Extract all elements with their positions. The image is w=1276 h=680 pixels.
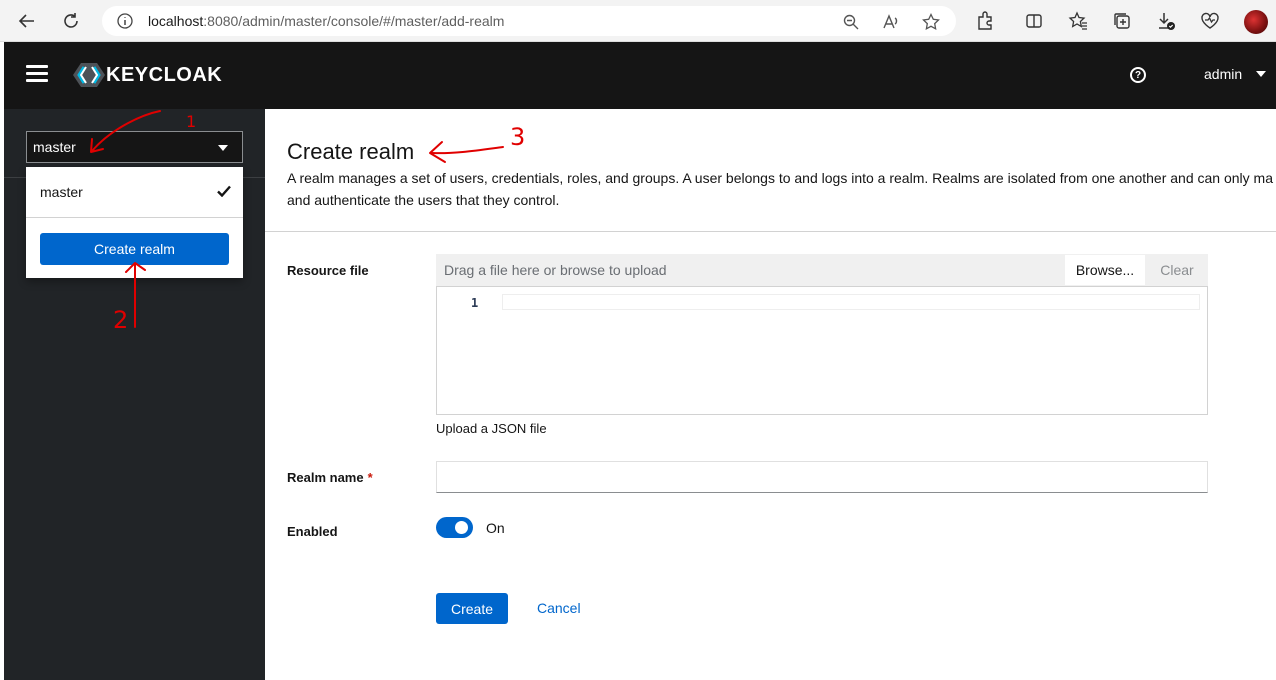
read-aloud-icon[interactable] (882, 13, 900, 31)
required-mark: * (367, 470, 373, 485)
cancel-link[interactable]: Cancel (537, 600, 581, 616)
collections-icon[interactable] (1112, 11, 1132, 31)
enabled-toggle[interactable] (436, 517, 473, 538)
browser-toolbar: localhost:8080/admin/master/console/#/ma… (0, 0, 1276, 42)
logo-text: KEYCLOAK (106, 63, 223, 86)
page-description: A realm manages a set of users, credenti… (287, 170, 1273, 208)
create-button[interactable]: Create (436, 593, 508, 624)
json-code-editor[interactable]: 1 (436, 286, 1208, 415)
upload-helper-text: Upload a JSON file (436, 421, 547, 436)
keycloak-logo: KEYCLOAK (72, 61, 222, 89)
browse-button[interactable]: Browse... (1064, 254, 1146, 286)
user-menu[interactable]: admin (1204, 66, 1267, 82)
extensions-icon[interactable] (975, 11, 995, 31)
realm-dropdown-menu: master Create realm (26, 167, 243, 278)
main-content: Create realm A realm manages a set of us… (265, 109, 1276, 680)
refresh-icon[interactable] (58, 8, 84, 34)
clear-button[interactable]: Clear (1146, 254, 1208, 286)
check-icon (217, 185, 231, 197)
realm-selector-value: master (33, 139, 76, 155)
sidebar: master master Create realm (4, 109, 265, 680)
info-icon[interactable] (116, 12, 134, 30)
file-upload-bar[interactable]: Drag a file here or browse to upload Bro… (436, 254, 1208, 286)
profile-avatar[interactable] (1244, 10, 1268, 34)
code-line[interactable] (502, 294, 1200, 310)
keycloak-logo-icon (73, 63, 105, 87)
realm-selector[interactable]: master (26, 131, 243, 163)
realm-name-label: Realm name * (287, 470, 373, 485)
favorites-icon[interactable] (1068, 11, 1088, 31)
toggle-knob (455, 521, 468, 534)
menu-divider (26, 217, 243, 218)
user-name: admin (1204, 66, 1243, 82)
app-header: KEYCLOAK ? admin (4, 42, 1276, 109)
downloads-icon[interactable] (1156, 11, 1176, 31)
help-icon[interactable]: ? (1130, 67, 1146, 83)
enabled-state-label: On (486, 520, 505, 536)
create-realm-menu-button[interactable]: Create realm (40, 233, 229, 265)
zoom-out-icon[interactable] (842, 13, 860, 31)
realm-name-input[interactable] (436, 461, 1208, 493)
realm-option-master[interactable]: master (26, 167, 243, 217)
resource-file-label: Resource file (287, 263, 369, 278)
url-text: localhost:8080/admin/master/console/#/ma… (148, 13, 505, 29)
hamburger-menu-icon[interactable] (26, 65, 48, 83)
browser-essentials-icon[interactable] (1200, 11, 1220, 31)
realm-option-label: master (40, 184, 83, 200)
caret-down-icon (218, 145, 228, 151)
page-title: Create realm (287, 139, 415, 164)
section-divider (265, 231, 1276, 232)
favorite-star-icon[interactable] (922, 13, 940, 31)
line-number: 1 (471, 296, 479, 310)
chevron-down-icon (1256, 71, 1267, 77)
back-icon[interactable] (14, 8, 40, 34)
split-screen-icon[interactable] (1024, 11, 1044, 31)
address-bar[interactable]: localhost:8080/admin/master/console/#/ma… (102, 6, 956, 36)
enabled-label: Enabled (287, 524, 338, 539)
file-upload-placeholder[interactable]: Drag a file here or browse to upload (444, 262, 1064, 278)
